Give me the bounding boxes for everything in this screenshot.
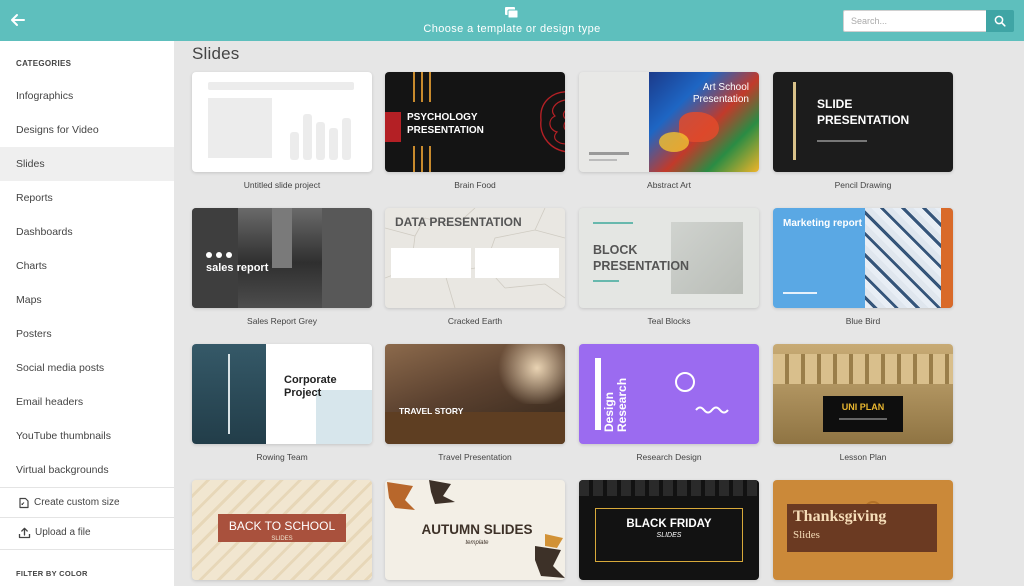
sidebar: CATEGORIES Infographics Designs for Vide… (0, 41, 174, 586)
template-card-untitled[interactable] (192, 72, 372, 172)
template-label: Rowing Team (256, 452, 308, 462)
wave-decoration (695, 406, 729, 414)
upload-icon (18, 527, 31, 538)
filter-by-color-heading: FILTER BY COLOR (16, 569, 88, 578)
template-gallery: Slides Untitled slide project PSYCHOLOGY… (174, 41, 1024, 586)
sidebar-item-posters[interactable]: Posters (0, 317, 174, 351)
template-card-sales-report-grey[interactable]: sales report (192, 208, 372, 308)
template-card-research-design[interactable]: Design Research (579, 344, 759, 444)
create-custom-size-label: Create custom size (34, 497, 120, 508)
template-label: Cracked Earth (447, 316, 503, 326)
template-title: BACK TO SCHOOL (228, 519, 336, 533)
slides-icon (505, 7, 519, 19)
sidebar-item-maps[interactable]: Maps (0, 283, 174, 317)
template-card-blue-bird[interactable]: Marketing report (773, 208, 953, 308)
template-card-pencil-drawing[interactable]: SLIDE PRESENTATION (773, 72, 953, 172)
categories-heading: CATEGORIES (16, 59, 72, 68)
section-title: Slides (192, 44, 240, 63)
template-title: Art School Presentation (692, 82, 749, 105)
template-title: BLOCK PRESENTATION (593, 243, 690, 273)
template-subtitle: SLIDES (271, 536, 293, 542)
template-label: Research Design (636, 452, 702, 462)
template-subtitle: template (465, 540, 489, 546)
template-label: Sales Report Grey (247, 316, 317, 326)
upload-file-label: Upload a file (35, 527, 91, 538)
template-card-autumn-slides[interactable]: AUTUMN SLIDES template (385, 480, 565, 580)
upload-file-button[interactable]: Upload a file (0, 517, 174, 547)
search-bar (843, 10, 1014, 32)
template-card-abstract-art[interactable]: Art School Presentation (579, 72, 759, 172)
template-label: Travel Presentation (438, 452, 512, 462)
template-title: UNI PLAN (841, 402, 885, 412)
top-bar: Choose a template or design type (0, 0, 1024, 41)
template-subtitle: SLIDES (656, 532, 682, 539)
sidebar-item-designs-for-video[interactable]: Designs for Video (0, 113, 174, 147)
template-label: Teal Blocks (647, 316, 691, 326)
sidebar-divider (0, 549, 174, 550)
sidebar-item-dashboards[interactable]: Dashboards (0, 215, 174, 249)
template-label: Pencil Drawing (834, 180, 892, 190)
sidebar-item-youtube-thumbnails[interactable]: YouTube thumbnails (0, 419, 174, 453)
template-card-rowing-team[interactable]: Corporate Project (192, 344, 372, 444)
template-title: Corporate Project (284, 374, 337, 399)
sidebar-item-virtual-backgrounds[interactable]: Virtual backgrounds (0, 453, 174, 487)
create-custom-size-button[interactable]: Create custom size (0, 487, 174, 517)
template-subtitle: Slides (793, 529, 820, 541)
search-button[interactable] (986, 10, 1014, 32)
template-title: TRAVEL STORY (399, 406, 464, 416)
sidebar-item-email-headers[interactable]: Email headers (0, 385, 174, 419)
sidebar-item-slides[interactable]: Slides (0, 147, 174, 181)
template-card-teal-blocks[interactable]: BLOCK PRESENTATION (579, 208, 759, 308)
template-card-black-friday[interactable]: BLACK FRIDAY SLIDES (579, 480, 759, 580)
template-label: Brain Food (454, 180, 496, 190)
template-title: AUTUMN SLIDES (421, 522, 533, 537)
template-title: Design Research (602, 377, 629, 432)
template-title: BLACK FRIDAY (626, 518, 712, 530)
template-title: DATA PRESENTATION (395, 215, 522, 229)
template-label: Lesson Plan (839, 452, 887, 462)
brain-illustration (540, 91, 565, 153)
template-label: Untitled slide project (243, 180, 321, 190)
search-input[interactable] (843, 10, 986, 32)
sidebar-item-social-media-posts[interactable]: Social media posts (0, 351, 174, 385)
template-title: sales report (206, 262, 269, 274)
search-icon (994, 15, 1006, 27)
template-title: SLIDE PRESENTATION (817, 97, 910, 127)
template-title: PSYCHOLOGY PRESENTATION (407, 112, 484, 136)
custom-size-icon (19, 497, 29, 508)
template-label: Blue Bird (845, 316, 881, 326)
sidebar-item-infographics[interactable]: Infographics (0, 79, 174, 113)
sidebar-item-reports[interactable]: Reports (0, 181, 174, 215)
template-card-back-to-school[interactable]: BACK TO SCHOOL SLIDES (192, 480, 372, 580)
template-label: Abstract Art (647, 180, 691, 190)
template-card-cracked-earth[interactable]: DATA PRESENTATION (385, 208, 565, 308)
template-card-thanksgiving[interactable]: Thanksgiving Slides (773, 480, 953, 580)
template-card-lesson-plan[interactable]: UNI PLAN (773, 344, 953, 444)
template-title: Marketing report (783, 218, 862, 229)
sidebar-item-charts[interactable]: Charts (0, 249, 174, 283)
template-card-travel-presentation[interactable]: TRAVEL STORY (385, 344, 565, 444)
template-card-brain-food[interactable]: PSYCHOLOGY PRESENTATION (385, 72, 565, 172)
template-title: Thanksgiving (793, 508, 887, 525)
